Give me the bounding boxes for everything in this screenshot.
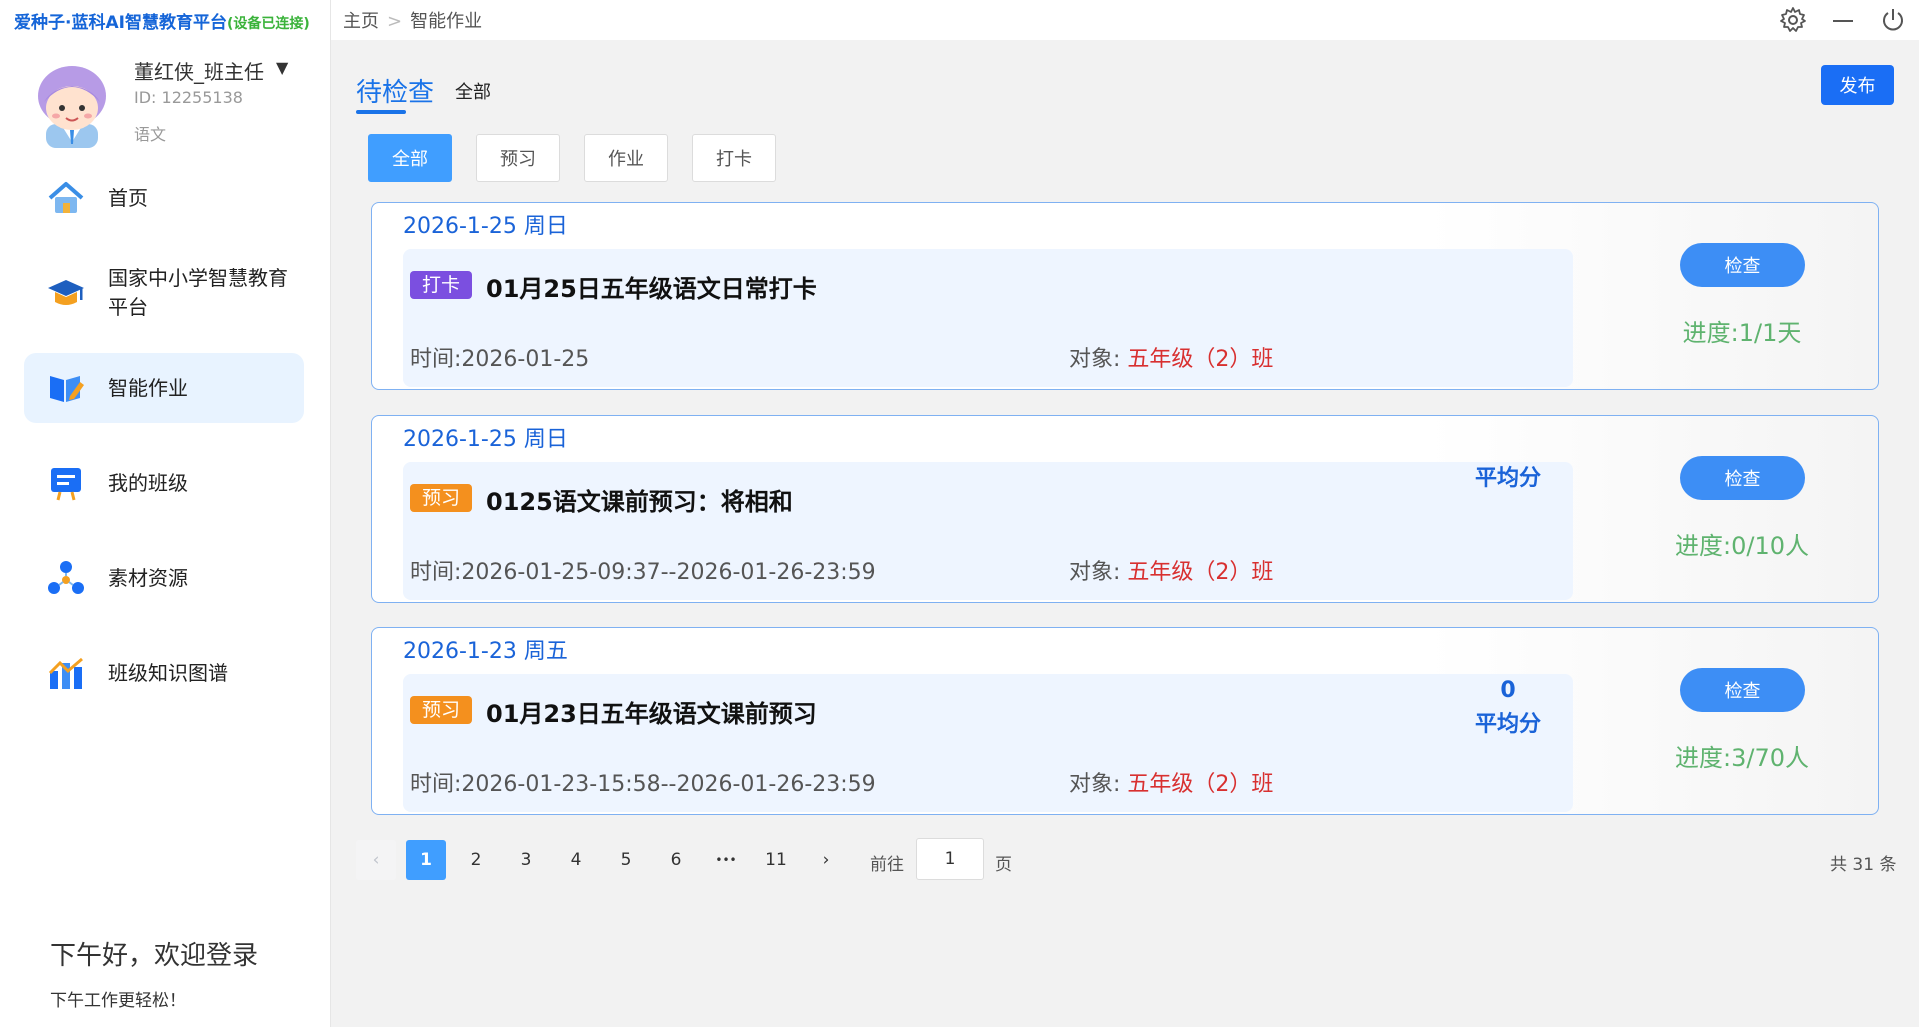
greeting-title: 下午好，欢迎登录	[50, 941, 259, 971]
pagination-prev-button[interactable]: ‹	[356, 840, 396, 880]
nav-label-knowledge-graph: 班级知识图谱	[108, 660, 228, 685]
check-button[interactable]: 检查	[1680, 456, 1805, 500]
nav-label-national-platform: 国家中小学智慧教育平台	[108, 266, 288, 319]
pagination-page-label: 页	[995, 855, 1012, 875]
nav-label-resources: 素材资源	[108, 565, 188, 590]
user-name[interactable]: 董红侠_班主任	[134, 56, 264, 85]
pagination-page[interactable]: 4	[556, 840, 596, 880]
pagination-goto-label: 前往	[870, 855, 904, 875]
pagination-ellipsis[interactable]: •••	[706, 840, 746, 880]
tab-all[interactable]: 全部	[455, 78, 491, 104]
task-target-label: 对象:	[1069, 560, 1121, 585]
task-date: 2026-1-23 周五	[403, 639, 568, 664]
task-card[interactable]: 2026-1-25 周日 预习 0125语文课前预习：将相和 平均分 时间:20…	[371, 415, 1879, 603]
task-title: 01月23日五年级语文课前预习	[486, 700, 817, 728]
nav-item-knowledge-graph[interactable]: 班级知识图谱	[24, 645, 304, 701]
average-score-value: 0	[1500, 678, 1516, 703]
graduation-cap-icon	[46, 273, 86, 313]
book-pen-icon	[46, 368, 86, 408]
nav-item-national-platform[interactable]: 国家中小学智慧教育平台	[24, 258, 304, 328]
pagination-page[interactable]: 1	[406, 840, 446, 880]
filter-all[interactable]: 全部	[368, 134, 452, 182]
average-score-label: 平均分	[1474, 712, 1541, 737]
task-progress: 进度:1/1天	[1682, 319, 1802, 347]
pagination-next-button[interactable]: ›	[806, 840, 846, 880]
nav-item-resources[interactable]: 素材资源	[24, 550, 304, 606]
task-target: 对象: 五年级（2）班	[1069, 341, 1273, 373]
top-bar	[331, 0, 1919, 40]
task-time: 时间:2026-01-23-15:58--2026-01-26-23:59	[410, 772, 876, 797]
nav-label-my-class: 我的班级	[108, 470, 188, 495]
filter-homework[interactable]: 作业	[584, 134, 668, 182]
user-subject: 语文	[134, 125, 167, 144]
class-board-icon	[46, 463, 86, 503]
home-icon	[46, 178, 86, 218]
pagination-page[interactable]: 5	[606, 840, 646, 880]
task-target-class: 五年级（2）班	[1127, 560, 1274, 585]
task-target: 对象: 五年级（2）班	[1069, 554, 1273, 586]
avatar[interactable]	[32, 62, 112, 148]
nav-label-smart-homework: 智能作业	[108, 375, 188, 400]
task-card[interactable]: 2026-1-25 周日 打卡 01月25日五年级语文日常打卡 时间:2026-…	[371, 202, 1879, 390]
task-date: 2026-1-25 周日	[403, 427, 568, 452]
task-type-badge: 打卡	[410, 271, 473, 299]
power-icon[interactable]	[1879, 6, 1907, 34]
tab-pending-check[interactable]: 待检查	[356, 72, 434, 109]
publish-button[interactable]: 发布	[1821, 65, 1894, 105]
user-id: ID: 12255138	[134, 88, 243, 107]
minimize-icon[interactable]	[1829, 6, 1857, 34]
breadcrumb-current: 智能作业	[410, 11, 483, 32]
task-type-badge: 预习	[410, 484, 473, 512]
task-type-badge: 预习	[410, 696, 473, 724]
app-title: 爱种子·蓝科AI智慧教育平台(设备已连接)	[14, 8, 310, 33]
pagination-page[interactable]: 11	[756, 840, 796, 880]
pagination-total: 共 31 条	[1830, 855, 1897, 875]
check-button[interactable]: 检查	[1680, 668, 1805, 712]
task-target: 对象: 五年级（2）班	[1069, 766, 1273, 798]
task-target-class: 五年级（2）班	[1127, 347, 1274, 372]
task-info: 预习 01月23日五年级语文课前预习 0 平均分 时间:2026-01-23-1…	[403, 674, 1573, 812]
filter-checkin[interactable]: 打卡	[692, 134, 776, 182]
task-target-label: 对象:	[1069, 772, 1121, 797]
greeting-subtitle: 下午工作更轻松！	[50, 991, 186, 1011]
connection-status: (设备已连接)	[226, 16, 310, 32]
chart-icon	[46, 653, 86, 693]
task-time: 时间:2026-01-25	[410, 347, 590, 372]
breadcrumb-home[interactable]: 主页	[343, 11, 379, 32]
breadcrumb-separator: >	[387, 11, 403, 32]
filter-preview[interactable]: 预习	[476, 134, 560, 182]
tab-active-underline	[356, 110, 406, 114]
pagination-page[interactable]: 6	[656, 840, 696, 880]
average-score-label: 平均分	[1474, 466, 1541, 491]
task-title: 0125语文课前预习：将相和	[486, 488, 793, 516]
task-info: 预习 0125语文课前预习：将相和 平均分 时间:2026-01-25-09:3…	[403, 462, 1573, 600]
task-info: 打卡 01月25日五年级语文日常打卡 时间:2026-01-25 对象: 五年级…	[403, 249, 1573, 387]
user-menu-caret-icon[interactable]: ▼	[276, 58, 288, 77]
task-progress: 进度:3/70人	[1675, 744, 1809, 772]
nav-item-home[interactable]: 首页	[24, 170, 304, 226]
resources-icon	[46, 558, 86, 598]
check-button[interactable]: 检查	[1680, 243, 1805, 287]
nav-label-home: 首页	[108, 185, 148, 210]
sidebar: 爱种子·蓝科AI智慧教育平台(设备已连接) 董红侠_班主任 ▼ ID: 1225…	[0, 0, 331, 1027]
pagination-page[interactable]: 3	[506, 840, 546, 880]
pagination-goto-input[interactable]	[916, 838, 984, 880]
nav-item-my-class[interactable]: 我的班级	[24, 455, 304, 511]
task-date: 2026-1-25 周日	[403, 214, 568, 239]
pagination-page[interactable]: 2	[456, 840, 496, 880]
task-time: 时间:2026-01-25-09:37--2026-01-26-23:59	[410, 560, 876, 585]
breadcrumb: 主页 > 智能作业	[343, 7, 482, 33]
task-target-class: 五年级（2）班	[1127, 772, 1274, 797]
task-title: 01月25日五年级语文日常打卡	[486, 275, 817, 303]
task-target-label: 对象:	[1069, 347, 1121, 372]
settings-gear-icon[interactable]	[1779, 6, 1807, 34]
task-progress: 进度:0/10人	[1675, 532, 1809, 560]
app-title-text: 爱种子·蓝科AI智慧教育平台	[14, 13, 227, 33]
nav-item-smart-homework[interactable]: 智能作业	[24, 353, 304, 423]
task-card[interactable]: 2026-1-23 周五 预习 01月23日五年级语文课前预习 0 平均分 时间…	[371, 627, 1879, 815]
